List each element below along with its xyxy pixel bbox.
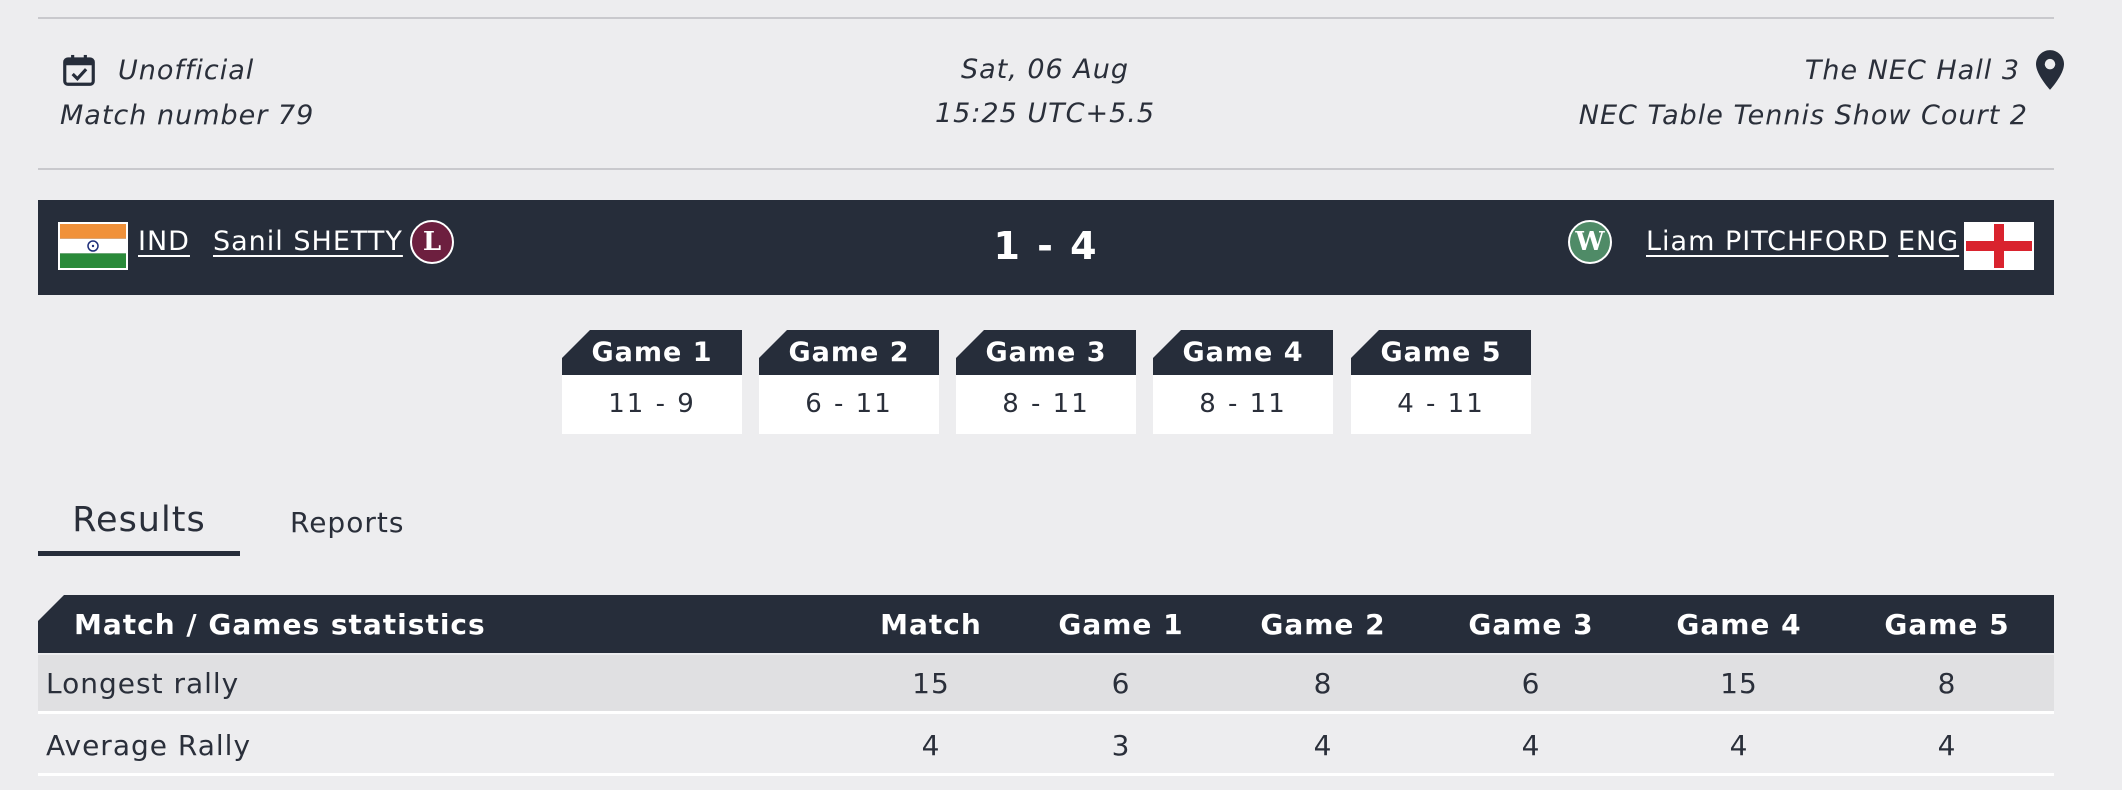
venue-block: The NEC Hall 3 NEC Table Tennis Show Cou… — [1578, 48, 2064, 136]
match-status: Unofficial — [118, 54, 255, 86]
game-score: 8 - 11 — [956, 375, 1136, 434]
stats-table-header: Match / Games statistics Match Game 1 Ga… — [38, 595, 2054, 653]
stats-header-game-5: Game 5 — [1884, 607, 2010, 641]
england-flag-icon — [1964, 222, 2034, 270]
match-page: Unofficial Match number 79 Sat, 06 Aug 1… — [0, 0, 2122, 790]
stats-header-match: Match — [880, 607, 982, 641]
game-score: 11 - 9 — [562, 375, 742, 434]
game-card-3[interactable]: Game 3 8 - 11 — [956, 330, 1136, 434]
stat-label: Longest rally — [46, 666, 240, 700]
match-datetime-block: Sat, 06 Aug 15:25 UTC+5.5 — [850, 48, 1240, 136]
info-divider — [38, 168, 2054, 170]
stat-value-match: 4 — [921, 728, 941, 762]
calendar-check-icon — [63, 54, 95, 86]
table-row: Average Rally 4 3 4 4 4 4 — [38, 717, 2054, 776]
stat-value-game-2: 8 — [1313, 666, 1333, 700]
stats-header-title: Match / Games statistics — [74, 607, 486, 641]
match-time: 15:25 UTC+5.5 — [934, 98, 1156, 129]
stat-value-match: 15 — [912, 666, 950, 700]
game-label: Game 1 — [562, 330, 742, 375]
tab-reports[interactable]: Reports — [290, 498, 404, 548]
stat-value-game-2: 4 — [1313, 728, 1333, 762]
win-badge: W — [1568, 220, 1612, 264]
game-label: Game 4 — [1153, 330, 1333, 375]
venue-name: The NEC Hall 3 — [1804, 54, 2020, 86]
score-bar: IND Sanil SHETTY L 1 - 4 W Liam PITCHFOR… — [38, 200, 2054, 295]
court-name: NEC Table Tennis Show Court 2 — [1578, 100, 2028, 131]
table-row: Longest rally 15 6 8 6 15 8 — [38, 655, 2054, 714]
game-label: Game 3 — [956, 330, 1136, 375]
game-score: 6 - 11 — [759, 375, 939, 434]
stat-value-game-1: 6 — [1111, 666, 1131, 700]
stat-value-game-4: 4 — [1729, 728, 1749, 762]
stats-header-game-1: Game 1 — [1058, 607, 1184, 641]
game-label: Game 2 — [759, 330, 939, 375]
stat-value-game-3: 4 — [1521, 728, 1541, 762]
stats-header-game-3: Game 3 — [1468, 607, 1594, 641]
stats-header-game-4: Game 4 — [1676, 607, 1802, 641]
top-divider — [38, 17, 2054, 19]
stat-value-game-1: 3 — [1111, 728, 1131, 762]
game-card-5[interactable]: Game 5 4 - 11 — [1351, 330, 1531, 434]
stats-header-game-2: Game 2 — [1260, 607, 1386, 641]
stat-value-game-4: 15 — [1720, 666, 1758, 700]
game-score: 4 - 11 — [1351, 375, 1531, 434]
game-label: Game 5 — [1351, 330, 1531, 375]
match-number: Match number 79 — [60, 100, 315, 131]
right-player-link[interactable]: Liam PITCHFORD — [1646, 226, 1889, 257]
stat-value-game-5: 4 — [1937, 728, 1957, 762]
stat-label: Average Rally — [46, 728, 252, 762]
game-score: 8 - 11 — [1153, 375, 1333, 434]
stat-value-game-3: 6 — [1521, 666, 1541, 700]
stat-value-game-5: 8 — [1937, 666, 1957, 700]
game-card-4[interactable]: Game 4 8 - 11 — [1153, 330, 1333, 434]
tab-results[interactable]: Results — [38, 490, 240, 556]
game-card-2[interactable]: Game 2 6 - 11 — [759, 330, 939, 434]
right-country-link[interactable]: ENG — [1898, 226, 1959, 257]
match-status-block: Unofficial Match number 79 — [60, 48, 314, 136]
game-card-1[interactable]: Game 1 11 - 9 — [562, 330, 742, 434]
map-pin-icon — [2036, 50, 2064, 90]
match-date: Sat, 06 Aug — [960, 54, 1130, 85]
